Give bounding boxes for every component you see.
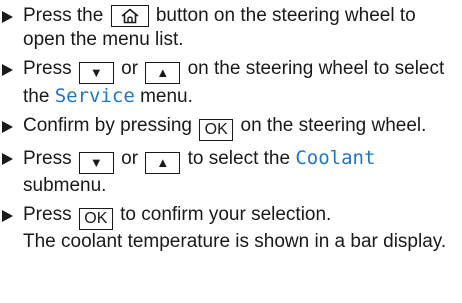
ok-key: OK — [78, 208, 113, 230]
instruction-page: Press the button on the steering wheel t… — [0, 0, 462, 303]
step-text: Press — [23, 148, 72, 169]
triangle-bullet-icon — [2, 11, 13, 23]
triangle-bullet-icon — [2, 64, 13, 76]
step-1: Press the button on the steering wheel t… — [0, 4, 458, 52]
triangle-bullet-icon — [2, 210, 13, 222]
menu-name-service: Service — [54, 85, 135, 107]
step-4: Press ▼ or ▲ to select the Coolant subme… — [0, 146, 458, 198]
home-button-key — [110, 5, 149, 27]
step-text: Press — [23, 204, 72, 225]
up-arrow-key: ▲ — [145, 62, 181, 84]
step-2: Press ▼ or ▲ on the steering wheel to se… — [0, 57, 458, 109]
menu-name-coolant: Coolant — [295, 147, 376, 169]
down-arrow-key: ▼ — [78, 152, 114, 174]
step-text: to select the — [187, 148, 291, 169]
step-text: on the steering wheel. — [240, 115, 427, 136]
step-3: Confirm by pressing OK on the steering w… — [0, 114, 458, 141]
step-text: submenu. — [23, 175, 107, 196]
step-text: to confirm your selection. — [120, 204, 332, 225]
step-text: menu. — [140, 86, 193, 107]
step-text: or — [121, 148, 139, 169]
step-text: Confirm by pressing — [23, 115, 192, 136]
step-result-text: The coolant temperature is shown in a ba… — [23, 231, 447, 252]
step-text: Press the — [23, 5, 104, 26]
step-text: Press — [23, 58, 72, 79]
step-5: Press OK to confirm your selection. The … — [0, 203, 458, 254]
home-icon — [121, 8, 139, 24]
down-arrow-key: ▼ — [78, 62, 114, 84]
ok-key: OK — [199, 119, 234, 141]
step-text: or — [121, 58, 139, 79]
triangle-bullet-icon — [2, 121, 13, 133]
triangle-bullet-icon — [2, 153, 13, 165]
up-arrow-key: ▲ — [145, 152, 181, 174]
